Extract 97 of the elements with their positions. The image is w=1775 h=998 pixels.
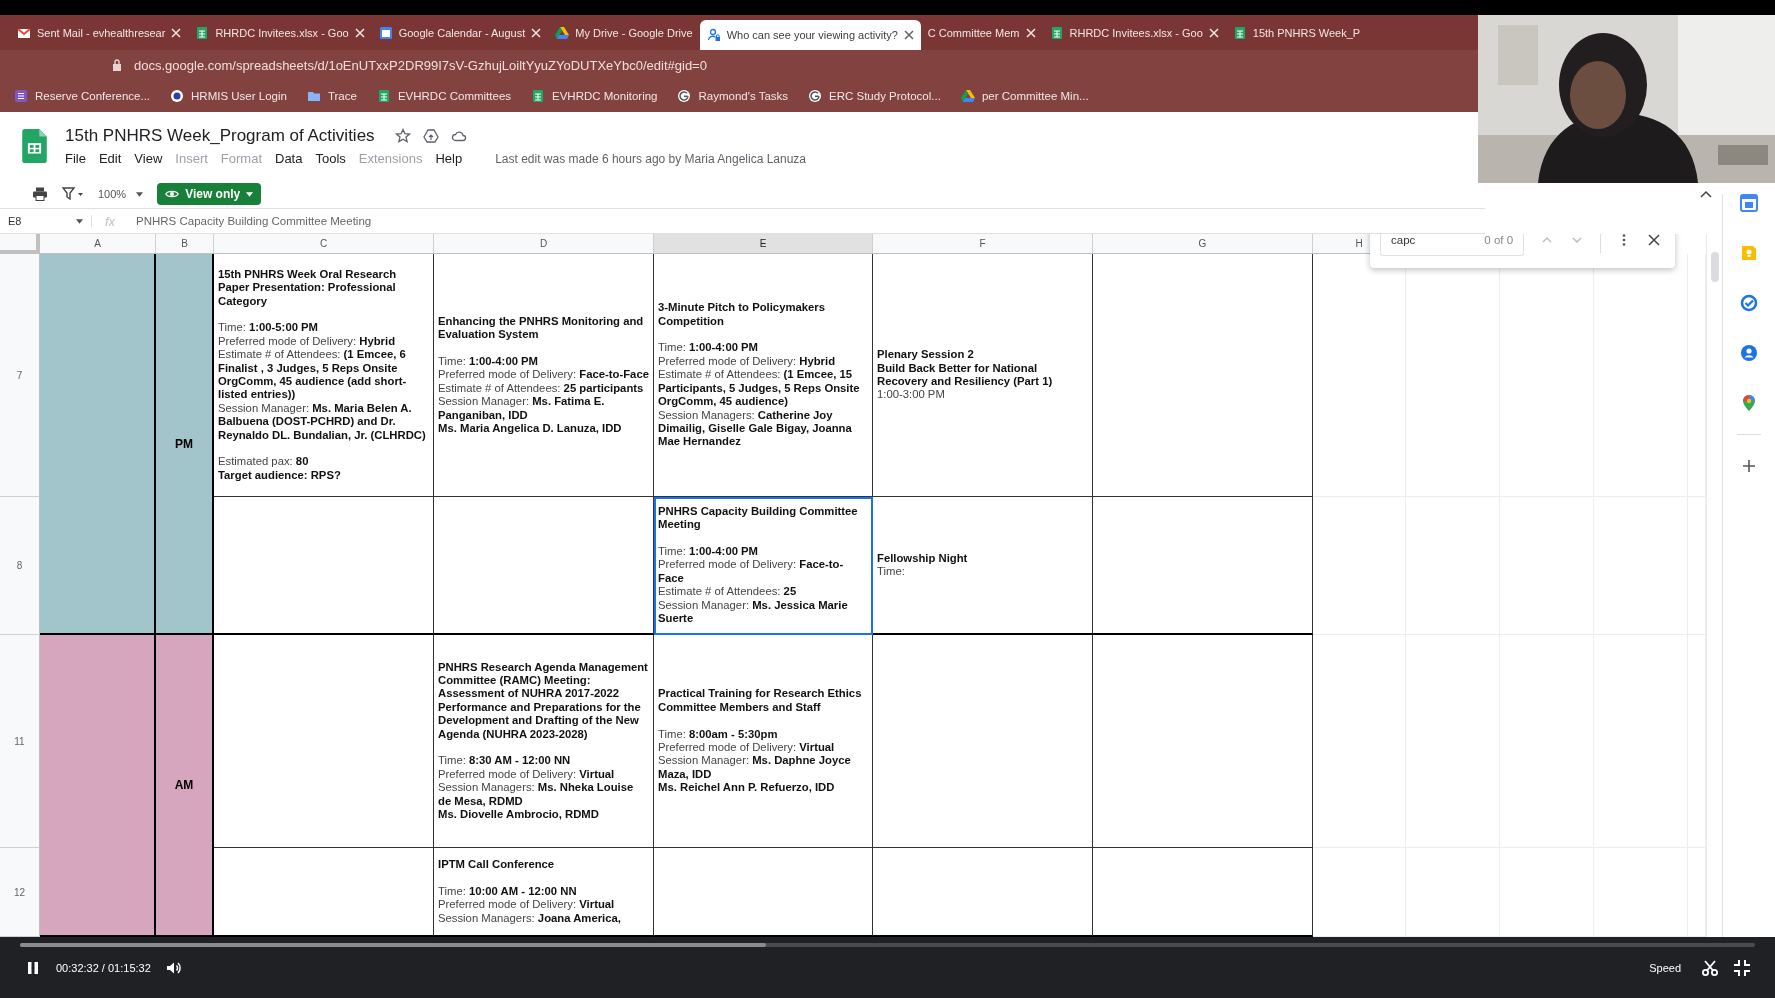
sheets-icon[interactable] — [195, 25, 210, 40]
sheets-icon[interactable] — [1049, 25, 1064, 40]
browser-tab[interactable]: 15th PNHRS Week_P — [1225, 19, 1368, 46]
browser-tab[interactable]: RHRDC Invitees.xlsx - Goo — [188, 19, 372, 46]
caret-icon — [136, 191, 144, 197]
column-header[interactable]: A — [40, 234, 156, 254]
browser-tab[interactable]: Who can see your viewing activity? — [699, 19, 921, 50]
menu-item[interactable]: View — [134, 151, 163, 166]
column-header[interactable]: F — [873, 234, 1093, 254]
function-label: fx — [103, 213, 117, 229]
table-cell[interactable] — [214, 497, 434, 635]
person-lock-icon[interactable] — [706, 27, 721, 42]
playback-time: 00:32:32 / 01:15:32 — [56, 962, 151, 974]
add-icon[interactable] — [1740, 457, 1758, 475]
seal-icon[interactable] — [170, 89, 185, 103]
filter-icon[interactable] — [62, 186, 84, 202]
row-header[interactable]: 7 — [0, 254, 40, 497]
sheets-icon[interactable] — [531, 89, 546, 103]
table-cell[interactable] — [1093, 635, 1313, 848]
contacts-icon[interactable] — [1740, 344, 1758, 362]
folder-icon[interactable] — [306, 89, 321, 103]
cloud-icon[interactable] — [450, 128, 467, 144]
progress-bar[interactable] — [20, 943, 1755, 947]
table-cell[interactable]: PNHRS Capacity Building Committee Meeting Time: 1:00-4:00 PM Preferred mode of Delivery: Face-to-Face Estimate # of Attendees: 25 Session Manager: Ms. Jessica Marie Suerte — [654, 497, 873, 635]
bookmark[interactable]: Reserve Conference... — [14, 89, 151, 103]
browser-tab[interactable]: Sent Mail - evhealthresear — [10, 19, 189, 46]
document-title[interactable]: 15th PNHRS Week_Program of Activities — [65, 126, 375, 146]
table-cell[interactable] — [1093, 497, 1313, 635]
table-cell[interactable] — [434, 497, 654, 635]
menu-item[interactable]: Edit — [98, 151, 122, 166]
bookmark[interactable]: Trace — [306, 89, 357, 103]
bookmark[interactable]: EVHRDC Monitoring — [531, 89, 658, 103]
google-icon[interactable] — [808, 89, 823, 103]
search-field[interactable]: capc 0 of 0 — [1380, 234, 1525, 256]
scrollbar-thumb[interactable] — [1711, 252, 1719, 282]
browser-tab[interactable]: RHRDC Invitees.xlsx - Goo — [1042, 19, 1226, 46]
close-icon[interactable] — [903, 29, 914, 40]
view-only-button[interactable]: View only — [157, 183, 262, 205]
calendar-icon[interactable] — [378, 25, 393, 40]
table-cell[interactable]: PNHRS Research Agenda Management Committee (RAMC) Meeting: Assessment of NUHRA 2017-2022 Performance and Preparations for the Development and Drafting of the New Agenda (NUHRA 2023-2028) Time: 8:30 AM - 12:00 NN Preferred mode of Delivery: Virtual Session Managers: Ms. Nheka Louise de Mesa, RDMD Ms. Diovelle Ambrocio, RDMD — [434, 635, 654, 848]
sheets-icon[interactable] — [376, 89, 391, 103]
table-cell[interactable]: 15th PNHRS Week Oral Research Paper Presentation: Professional Category Time: 1:00-5:00 PM Preferred mode of Delivery: Hybrid Estimate # of Attendees: (1 Emcee, 6 Finalist , 3 Judges, 5 Reps Onsite OrgComm, 45 audience (add short-listed entries)) Session Manager: Ms. Maria Belen A. Balbuena (DOST-PCHRD) and Dr. Reynaldo DL. Bundalian, Jr. (CLHRDC) Estimated pax: 80 Target audience: RPS? — [214, 254, 434, 497]
table-cell[interactable] — [873, 635, 1093, 848]
print-icon[interactable] — [32, 186, 48, 202]
table-cell[interactable]: 3-Minute Pitch to Policymakers Competition Time: 1:00-4:00 PM Preferred mode of Delivery: Hybrid Estimate # of Attendees: (1 Emcee, 15 Participants, 5 Judges, 5 Reps Onsite OrgComm, 45 audience) Session Managers: Catherine Joy Dimailig, Giselle Gale Bigay, Joanna Mae Hernandez — [654, 254, 873, 497]
column-header[interactable]: D — [434, 234, 654, 254]
mail-icon[interactable] — [17, 25, 31, 40]
table-cell: AM — [156, 635, 214, 937]
browser-tab[interactable]: C Committee Mem — [920, 19, 1043, 46]
browser-tab[interactable]: Google Calendar - August — [371, 19, 549, 46]
table-cell: PM — [156, 254, 214, 635]
bookmark[interactable]: EVHRDC Committees — [376, 89, 512, 103]
bookmark[interactable]: ERC Study Protocol... — [808, 89, 941, 103]
address-text[interactable]: docs.google.com/spreadsheets/d/1oEnUTxxP2DR99I7sV-GzhujLoiltYyuZYoDUTXeYbc0/edit#gid=0 — [134, 57, 707, 73]
google-icon[interactable] — [677, 89, 692, 103]
last-edit-link[interactable]: Last edit was made 6 hours ago by Maria Angelica Lanuza — [495, 151, 807, 166]
formula-field[interactable]: PNHRS Capacity Building Committee Meeting — [128, 215, 1485, 227]
table-cell[interactable]: Practical Training for Research Ethics Committee Members and Staff Time: 8:00am - 5:30pm Preferred mode of Delivery: Virtual Session Manager: Ms. Daphne Joyce Maza, IDD Ms. Reichel Ann P. Refuerzo, IDD — [654, 635, 873, 848]
map-pin-icon[interactable] — [1740, 394, 1758, 412]
column-header[interactable]: E — [654, 234, 873, 254]
drive-icon[interactable] — [555, 25, 570, 40]
zoom-select[interactable]: 100% — [98, 188, 144, 200]
column-header[interactable]: G — [1093, 234, 1313, 254]
menu-item[interactable]: Tools — [315, 151, 346, 166]
close-icon[interactable] — [1647, 234, 1661, 247]
table-cell[interactable]: Fellowship Night Time: — [873, 497, 1093, 635]
name-box[interactable]: E8 — [0, 215, 92, 227]
exit-fullscreen-icon[interactable] — [1733, 959, 1751, 977]
column-header[interactable]: C — [214, 234, 434, 254]
row-header[interactable]: 8 — [0, 497, 40, 635]
row-header[interactable]: 11 — [0, 635, 40, 848]
sheets-logo[interactable] — [22, 129, 47, 163]
sheets-icon[interactable] — [1232, 25, 1247, 40]
menu-item[interactable]: Help — [435, 151, 463, 166]
bookmark[interactable]: Raymond's Tasks — [677, 89, 789, 103]
menu-item[interactable]: File — [65, 151, 86, 166]
caret-icon — [246, 191, 254, 197]
star-icon[interactable] — [394, 128, 411, 144]
menu-item[interactable]: Data — [275, 151, 303, 166]
tasks-icon[interactable] — [1740, 294, 1758, 312]
caret-icon — [76, 218, 83, 224]
volume-icon[interactable] — [164, 959, 183, 977]
bookmark[interactable]: per Committee Min... — [960, 89, 1089, 103]
table-cell[interactable] — [1093, 254, 1313, 497]
table-cell[interactable]: Plenary Session 2 Build Back Better for National Recovery and Resiliency (Part 1) 1:00-3:00 PM — [873, 254, 1093, 497]
table-cell[interactable] — [214, 635, 434, 848]
speed-button[interactable]: Speed — [1649, 962, 1681, 974]
table-cell[interactable]: Enhancing the PNHRS Monitoring and Evaluation System Time: 1:00-4:00 PM Preferred mode of Delivery: Face-to-Face Estimate # of Attendees: 25 participants Session Manager: Ms. Fatima E. Panganiban, IDD Ms. Maria Angelica D. Lanuza, IDD — [434, 254, 654, 497]
browser-tab[interactable]: My Drive - Google Drive — [548, 19, 700, 46]
drive-icon[interactable] — [960, 89, 975, 103]
scissors-icon[interactable] — [1701, 959, 1719, 977]
lock-icon — [110, 58, 124, 72]
drive-move-icon[interactable] — [422, 128, 439, 144]
column-header[interactable]: B — [156, 234, 214, 254]
row-header[interactable]: 12 — [0, 848, 40, 937]
list-icon[interactable] — [14, 89, 28, 103]
bookmark[interactable]: HRMIS User Login — [170, 89, 287, 103]
